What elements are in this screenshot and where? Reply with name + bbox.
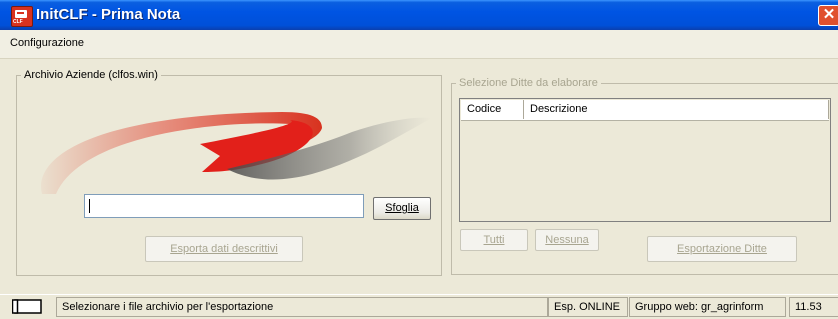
clf-logo: [41, 112, 432, 194]
select-all-button[interactable]: Tutti: [460, 229, 528, 251]
app-icon[interactable]: CLF: [11, 6, 33, 27]
close-button[interactable]: ✕: [818, 5, 838, 26]
export-companies-label: Esportazione Ditte: [677, 243, 767, 255]
status-message: Selezionare i file archivio per l'esport…: [56, 297, 548, 317]
archive-path-input[interactable]: [84, 194, 364, 218]
companies-list[interactable]: Codice Descrizione: [459, 98, 831, 222]
browse-button[interactable]: Sfoglia: [373, 197, 431, 220]
select-none-label: Nessuna: [545, 234, 589, 246]
select-all-label: Tutti: [483, 234, 505, 246]
selection-group-label: Selezione Ditte da elaborare: [456, 76, 601, 90]
close-icon: ✕: [822, 6, 836, 23]
export-companies-button[interactable]: Esportazione Ditte: [647, 236, 797, 262]
column-header-descrizione[interactable]: Descrizione: [524, 100, 829, 119]
status-mode: Esp. ONLINE: [548, 297, 628, 317]
status-web-group: Gruppo web: gr_agrinform: [629, 297, 786, 317]
archive-group-label: Archivio Aziende (clfos.win): [21, 68, 161, 82]
monitor-icon: [12, 299, 42, 314]
browse-button-label: Sfoglia: [385, 202, 419, 214]
companies-list-header: Codice Descrizione: [461, 100, 829, 121]
column-header-codice[interactable]: Codice: [461, 100, 524, 119]
select-none-button[interactable]: Nessuna: [535, 229, 599, 251]
export-descriptive-label: Esporta dati descrittivi: [170, 243, 278, 255]
menu-item-configurazione[interactable]: Configurazione: [10, 37, 84, 49]
status-time: 11.53: [789, 297, 838, 317]
export-descriptive-button[interactable]: Esporta dati descrittivi: [145, 236, 303, 262]
menu-bar: Configurazione: [0, 30, 838, 59]
text-caret: [89, 199, 90, 213]
title-bar[interactable]: CLF InitCLF - Prima Nota ✕: [0, 0, 838, 30]
window-title: InitCLF - Prima Nota: [36, 6, 181, 23]
